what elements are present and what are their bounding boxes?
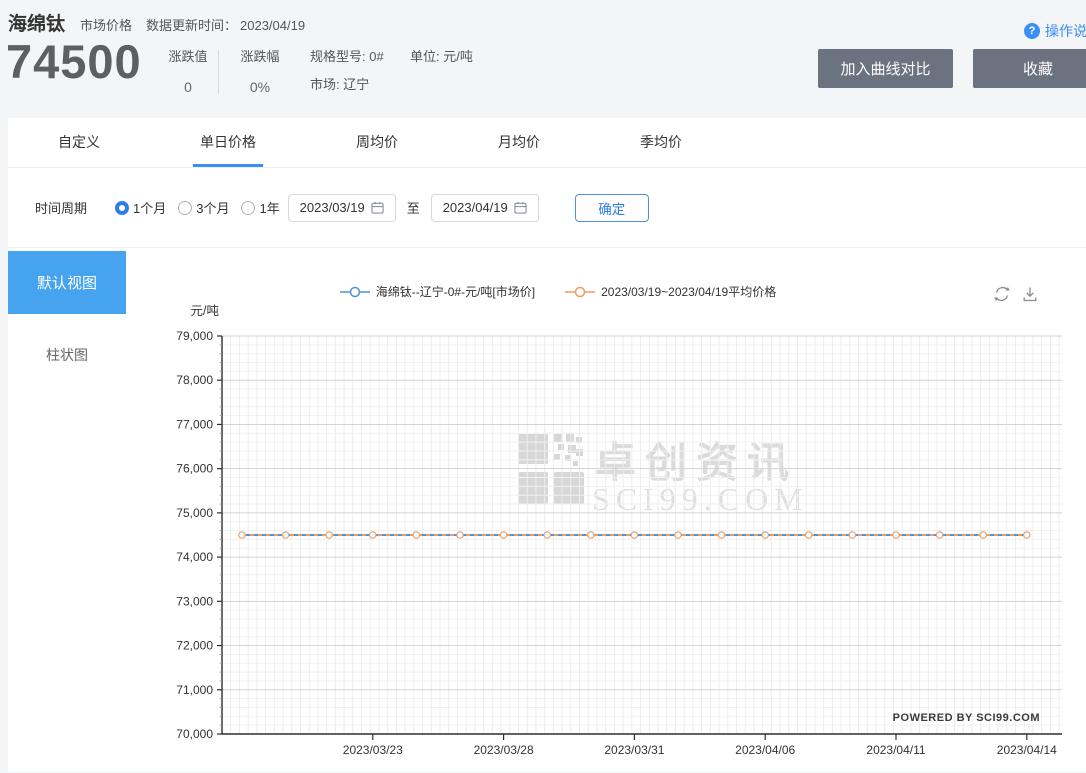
legend-marker-icon xyxy=(340,286,370,298)
change-pct-block: 涨跌幅 0% xyxy=(230,46,290,95)
change-value-block: 涨跌值 0 xyxy=(158,46,218,95)
y-tick-label: 72,000 xyxy=(176,639,213,653)
y-tick-label: 77,000 xyxy=(176,417,213,431)
data-point-marker xyxy=(413,532,419,538)
y-tick-label: 76,000 xyxy=(176,462,213,476)
radio-unselected-icon[interactable] xyxy=(178,201,192,215)
period-radio-label: 1年 xyxy=(259,198,279,217)
chart-legend: 海绵钛--辽宁-0#-元/吨[市场价] 2023/03/19~2023/04/19… xyxy=(238,283,878,300)
content-card: 自定义 单日价格 周均价 月均价 季均价 时间周期 1个月 3个月 1年 2023/03/1… xyxy=(8,118,1086,772)
time-period-label: 时间周期 xyxy=(35,198,87,217)
period-radio-1[interactable]: 3个月 xyxy=(178,198,229,217)
update-time-label: 数据更新时间： xyxy=(146,18,237,33)
y-tick-label: 70,000 xyxy=(176,727,213,741)
x-tick-label: 2023/04/11 xyxy=(866,743,925,757)
tab-3[interactable]: 月均价 xyxy=(498,118,540,167)
data-point-marker xyxy=(718,532,724,538)
legend-label: 海绵钛--辽宁-0#-元/吨[市场价] xyxy=(376,283,535,300)
x-tick-label: 2023/03/31 xyxy=(604,743,664,757)
help-link[interactable]: ? 操作说明 xyxy=(1024,21,1086,41)
confirm-button[interactable]: 确定 xyxy=(575,194,649,222)
to-label: 至 xyxy=(407,198,420,217)
radio-unselected-icon[interactable] xyxy=(241,201,255,215)
filter-row: 时间周期 1个月 3个月 1年 2023/03/19 至 2023/04/19 确定 xyxy=(8,168,1086,248)
date-from-input[interactable]: 2023/03/19 xyxy=(288,194,396,222)
period-radio-0[interactable]: 1个月 xyxy=(115,198,166,217)
chart-area: 默认视图 柱状图 海绵钛--辽宁-0#-元/吨[市场价] 2023/03/19~2… xyxy=(8,249,1086,772)
y-tick-label: 74,000 xyxy=(176,550,213,564)
legend-item-1[interactable]: 2023/03/19~2023/04/19平均价格 xyxy=(565,283,776,300)
divider xyxy=(218,50,219,94)
update-time-value: 2023/04/19 xyxy=(240,18,305,33)
date-from-value: 2023/03/19 xyxy=(300,200,365,215)
data-point-marker xyxy=(893,532,899,538)
data-point-marker xyxy=(631,532,637,538)
legend-item-0[interactable]: 海绵钛--辽宁-0#-元/吨[市场价] xyxy=(340,283,535,300)
data-point-marker xyxy=(849,532,855,538)
price-unit: 单位: 元/吨 xyxy=(410,46,473,65)
update-time: 数据更新时间：2023/04/19 xyxy=(146,15,308,34)
view-bar-chart-button[interactable]: 柱状图 xyxy=(8,345,126,365)
page-title: 海绵钛 xyxy=(8,9,65,36)
powered-by-label: POWERED BY SCI99.COM xyxy=(893,712,1040,724)
change-pct: 0% xyxy=(230,79,290,95)
y-tick-label: 78,000 xyxy=(176,373,213,387)
tab-2[interactable]: 周均价 xyxy=(356,118,398,167)
data-point-marker xyxy=(326,532,332,538)
question-circle-icon: ? xyxy=(1024,23,1040,39)
date-to-value: 2023/04/19 xyxy=(443,200,508,215)
favorite-button[interactable]: 收藏 xyxy=(973,49,1086,88)
period-radio-label: 1个月 xyxy=(133,198,166,217)
data-point-marker xyxy=(806,532,812,538)
y-tick-label: 79,000 xyxy=(176,329,213,343)
change-value: 0 xyxy=(158,79,218,95)
tab-1[interactable]: 单日价格 xyxy=(200,118,256,167)
data-point-marker xyxy=(239,532,245,538)
data-point-marker xyxy=(544,532,550,538)
current-price: 74500 xyxy=(6,36,142,88)
tab-bar: 自定义 单日价格 周均价 月均价 季均价 xyxy=(8,118,1086,168)
watermark-cn: 卓创资讯 xyxy=(594,439,798,486)
calendar-icon xyxy=(514,201,527,214)
spec-model: 规格型号: 0# xyxy=(310,46,384,65)
change-pct-label: 涨跌幅 xyxy=(230,46,290,65)
data-point-marker xyxy=(1024,532,1030,538)
price-type-label: 市场价格 xyxy=(80,15,132,34)
help-label: 操作说明 xyxy=(1045,21,1086,41)
data-point-marker xyxy=(282,532,288,538)
x-tick-label: 2023/03/28 xyxy=(474,743,534,757)
data-point-marker xyxy=(500,532,506,538)
tab-4[interactable]: 季均价 xyxy=(640,118,682,167)
view-default-button[interactable]: 默认视图 xyxy=(8,251,126,314)
data-point-marker xyxy=(980,532,986,538)
x-tick-label: 2023/03/23 xyxy=(343,743,403,757)
data-point-marker xyxy=(457,532,463,538)
radio-selected-icon[interactable] xyxy=(115,201,129,215)
legend-label: 2023/03/19~2023/04/19平均价格 xyxy=(601,283,776,300)
period-radio-2[interactable]: 1年 xyxy=(241,198,279,217)
x-tick-label: 2023/04/06 xyxy=(735,743,795,757)
date-to-input[interactable]: 2023/04/19 xyxy=(431,194,539,222)
y-tick-label: 75,000 xyxy=(176,506,213,520)
change-value-label: 涨跌值 xyxy=(158,46,218,65)
x-tick-label: 2023/04/14 xyxy=(997,743,1057,757)
legend-marker-icon xyxy=(565,286,595,298)
y-axis-unit-label: 元/吨 xyxy=(191,304,220,318)
header: 海绵钛 市场价格 数据更新时间：2023/04/19 74500 涨跌值 0 涨… xyxy=(0,0,1086,118)
data-point-marker xyxy=(936,532,942,538)
data-point-marker xyxy=(675,532,681,538)
y-tick-label: 73,000 xyxy=(176,594,213,608)
price-line-chart: 卓创资讯SCI99.COM70,00071,00072,00073,00074,… xyxy=(130,301,1086,773)
data-point-marker xyxy=(370,532,376,538)
data-point-marker xyxy=(762,532,768,538)
calendar-icon xyxy=(371,201,384,214)
tab-0[interactable]: 自定义 xyxy=(58,118,100,167)
y-tick-label: 71,000 xyxy=(176,683,213,697)
market-name: 市场: 辽宁 xyxy=(310,74,369,93)
period-radio-group: 1个月 3个月 1年 xyxy=(115,198,280,217)
period-radio-label: 3个月 xyxy=(196,198,229,217)
add-curve-compare-button[interactable]: 加入曲线对比 xyxy=(818,49,953,88)
data-point-marker xyxy=(588,532,594,538)
